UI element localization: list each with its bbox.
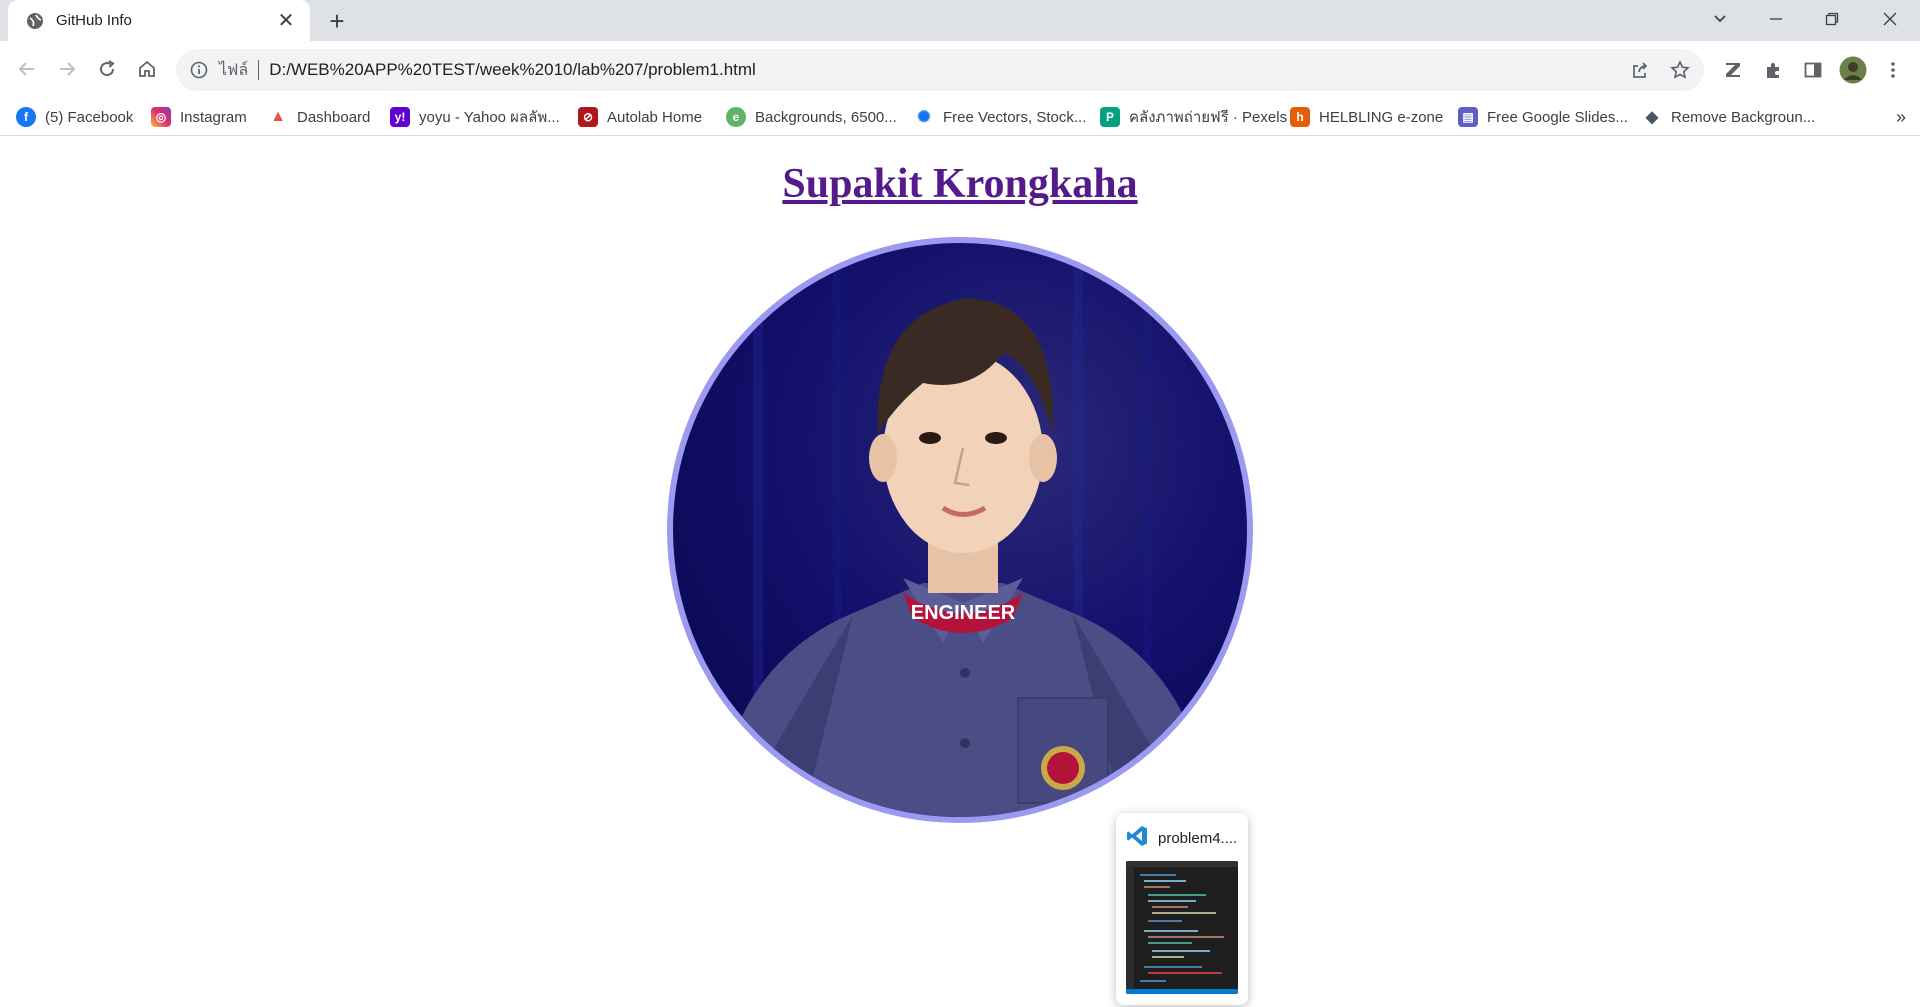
bookmark-label: Remove Backgroun... — [1671, 108, 1816, 126]
svg-text:ENGINEER: ENGINEER — [911, 602, 1016, 624]
page-title: Supakit Krongkaha — [0, 160, 1920, 208]
bookmark-label: Free Vectors, Stock... — [943, 108, 1087, 126]
bookmark-star-icon[interactable] — [1664, 49, 1696, 91]
facebook-icon: f — [16, 107, 36, 127]
tab-search-icon[interactable] — [1692, 0, 1748, 38]
rocket-icon: ▲ — [270, 108, 286, 125]
preview-title: problem4.... — [1158, 830, 1238, 847]
back-arrow-icon — [18, 62, 34, 76]
side-panel-icon[interactable] — [1798, 55, 1828, 85]
autolab-icon: ⊘ — [578, 107, 598, 127]
pexels-icon: P — [1100, 107, 1120, 127]
bookmark-label: (5) Facebook — [45, 108, 134, 126]
profile-avatar[interactable] — [1838, 55, 1868, 85]
bookmark-pexels[interactable]: P คลังภาพถ่ายฟรี · Pexels — [1100, 103, 1287, 131]
preview-header: problem4.... — [1126, 825, 1237, 852]
bookmark-label: Instagram — [180, 108, 247, 126]
portrait-illustration: ENGINEER — [713, 243, 1213, 817]
tab-close-icon[interactable]: ✕ — [274, 9, 298, 33]
zotero-extension-icon[interactable] — [1718, 55, 1748, 85]
bookmarks-overflow-icon[interactable]: » — [1896, 103, 1906, 131]
tab-title: GitHub Info — [56, 12, 132, 29]
bookmark-label: Backgrounds, 6500... — [755, 108, 897, 126]
reload-icon — [100, 60, 115, 77]
backgrounds-icon: e — [726, 107, 746, 127]
bookmark-helbling[interactable]: h HELBLING e-zone — [1290, 103, 1443, 131]
home-button[interactable] — [131, 53, 163, 85]
bookmark-remove-bg[interactable]: ◆ Remove Backgroun... — [1642, 103, 1815, 131]
bookmark-label: คลังภาพถ่ายฟรี · Pexels — [1129, 109, 1288, 126]
bookmark-autolab[interactable]: ⊘ Autolab Home — [578, 103, 702, 131]
bookmarks-bar: f (5) Facebook ◎ Instagram ▲ Dashboard y… — [0, 99, 1920, 136]
new-tab-button[interactable]: + — [322, 7, 352, 37]
bookmark-yahoo[interactable]: y! yoyu - Yahoo ผลลัพ... — [390, 103, 560, 131]
close-window-button[interactable] — [1862, 0, 1918, 38]
restore-button[interactable] — [1804, 0, 1860, 38]
share-icon[interactable] — [1624, 49, 1656, 91]
tab-strip: GitHub Info ✕ + — [0, 0, 1920, 41]
bookmark-label: yoyu - Yahoo ผลลัพ... — [419, 109, 560, 126]
bookmark-label: HELBLING e-zone — [1319, 108, 1444, 126]
bookmark-backgrounds[interactable]: e Backgrounds, 6500... — [726, 103, 897, 131]
globe-icon — [26, 12, 44, 30]
bookmark-label: Free Google Slides... — [1487, 108, 1628, 126]
info-icon[interactable] — [188, 59, 210, 81]
freepik-icon: ✺ — [917, 109, 931, 126]
vscode-icon — [1126, 825, 1148, 852]
divider — [258, 60, 260, 80]
bookmark-label: Autolab Home — [607, 108, 703, 126]
address-bar[interactable]: ไฟล์ D:/WEB%20APP%20TEST/week%2010/lab%2… — [176, 49, 1704, 91]
bookmark-instagram[interactable]: ◎ Instagram — [151, 103, 247, 131]
toolbar: ไฟล์ D:/WEB%20APP%20TEST/week%2010/lab%2… — [0, 41, 1920, 99]
back-button[interactable] — [11, 53, 43, 85]
extensions-puzzle-icon[interactable] — [1758, 55, 1788, 85]
profile-photo: ENGINEER — [667, 237, 1253, 823]
bookmark-dashboard[interactable]: ▲ Dashboard — [268, 103, 370, 131]
helbling-icon: h — [1290, 107, 1310, 127]
forward-arrow-icon — [60, 62, 76, 76]
instagram-icon: ◎ — [151, 107, 171, 127]
bookmark-google-slides[interactable]: ▤ Free Google Slides... — [1458, 103, 1628, 131]
menu-kebab-icon[interactable] — [1878, 55, 1908, 85]
home-icon — [139, 60, 155, 77]
tab-github-info[interactable]: GitHub Info ✕ — [8, 0, 310, 41]
minimize-button[interactable] — [1748, 0, 1804, 38]
bookmark-freepik[interactable]: ✺ Free Vectors, Stock... — [914, 103, 1086, 131]
taskbar-window-preview[interactable]: problem4.... — [1116, 813, 1248, 1005]
bookmark-label: Dashboard — [297, 108, 371, 126]
url-text[interactable]: D:/WEB%20APP%20TEST/week%2010/lab%207/pr… — [269, 60, 756, 80]
scheme-label: ไฟล์ — [219, 61, 249, 79]
forward-button[interactable] — [51, 53, 83, 85]
bookmark-facebook[interactable]: f (5) Facebook — [16, 103, 133, 131]
profile-name-link[interactable]: Supakit Krongkaha — [782, 161, 1137, 207]
code-editor-thumbnail — [1126, 861, 1238, 994]
removebg-icon: ◆ — [1645, 109, 1659, 126]
slides-icon: ▤ — [1458, 107, 1478, 127]
yahoo-icon: y! — [390, 107, 410, 127]
reload-button[interactable] — [91, 53, 123, 85]
